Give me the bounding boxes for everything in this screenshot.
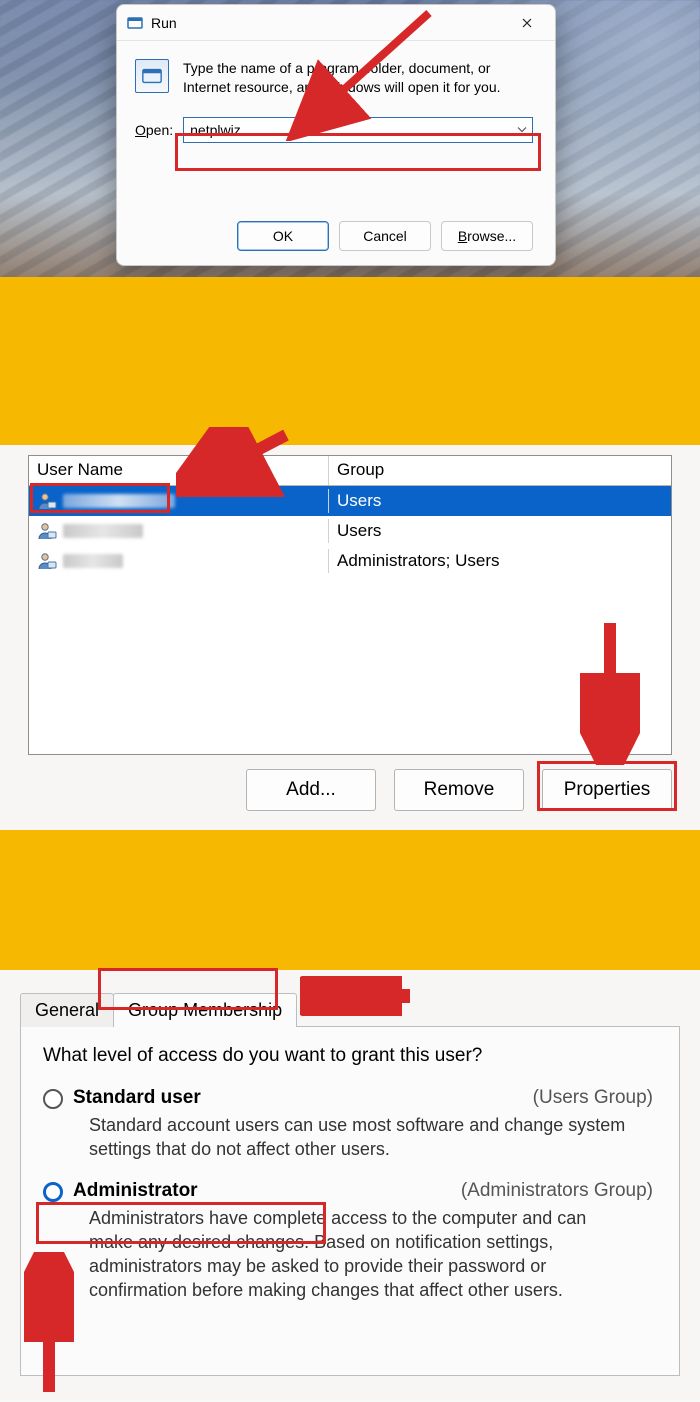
run-app-icon xyxy=(135,59,169,93)
radio-icon xyxy=(43,1089,63,1109)
browse-button[interactable]: Browse... xyxy=(441,221,533,251)
run-title: Run xyxy=(151,15,177,31)
run-title-icon xyxy=(127,15,143,31)
option-administrator[interactable]: Administrator (Administrators Group) xyxy=(43,1180,657,1202)
option-group: (Users Group) xyxy=(533,1087,653,1109)
user-table-header: User Name Group xyxy=(29,456,671,486)
radio-icon xyxy=(43,1182,63,1202)
option-group: (Administrators Group) xyxy=(461,1180,653,1202)
user-group: Users xyxy=(329,519,671,543)
user-group: Administrators; Users xyxy=(329,549,671,573)
access-question: What level of access do you want to gran… xyxy=(43,1045,657,1067)
run-dialog-screenshot: Run Type the name of a program, folder, … xyxy=(0,0,700,277)
table-row[interactable]: Administrators; Users xyxy=(29,546,671,576)
run-titlebar: Run xyxy=(117,5,555,41)
tab-group-membership[interactable]: Group Membership xyxy=(113,993,297,1027)
divider-band xyxy=(0,830,700,970)
option-label: Standard user xyxy=(73,1087,201,1109)
run-description: Type the name of a program, folder, docu… xyxy=(183,59,533,97)
user-icon xyxy=(37,491,57,511)
user-icon xyxy=(37,551,57,571)
tab-panel: What level of access do you want to gran… xyxy=(20,1026,680,1376)
table-row[interactable]: Users xyxy=(29,516,671,546)
user-icon xyxy=(37,521,57,541)
remove-button[interactable]: Remove xyxy=(394,769,524,811)
run-dialog: Run Type the name of a program, folder, … xyxy=(116,4,556,266)
user-name-hidden xyxy=(63,494,175,508)
user-table: User Name Group Users Users Administrators… xyxy=(28,455,672,755)
properties-button[interactable]: Properties xyxy=(542,769,672,811)
open-label: Open: xyxy=(135,122,173,138)
divider-band xyxy=(0,277,700,445)
option-description: Administrators have complete access to t… xyxy=(89,1206,629,1303)
tabs: General Group Membership xyxy=(20,986,680,1026)
option-standard-user[interactable]: Standard user (Users Group) xyxy=(43,1087,657,1109)
table-row[interactable]: Users xyxy=(29,486,671,516)
user-group: Users xyxy=(329,489,671,513)
close-icon xyxy=(522,18,532,28)
ok-button[interactable]: OK xyxy=(237,221,329,251)
option-label: Administrator xyxy=(73,1180,198,1202)
close-button[interactable] xyxy=(505,8,549,38)
col-group[interactable]: Group xyxy=(329,456,671,485)
user-name-hidden xyxy=(63,524,143,538)
option-description: Standard account users can use most soft… xyxy=(89,1113,629,1162)
user-accounts-panel: User Name Group Users Users Administrators… xyxy=(0,445,700,830)
cancel-button[interactable]: Cancel xyxy=(339,221,431,251)
run-input[interactable] xyxy=(183,117,533,143)
add-button[interactable]: Add... xyxy=(246,769,376,811)
tab-general[interactable]: General xyxy=(20,993,114,1027)
col-username[interactable]: User Name xyxy=(29,456,329,485)
group-membership-panel: General Group Membership What level of a… xyxy=(0,970,700,1400)
user-name-hidden xyxy=(63,554,123,568)
